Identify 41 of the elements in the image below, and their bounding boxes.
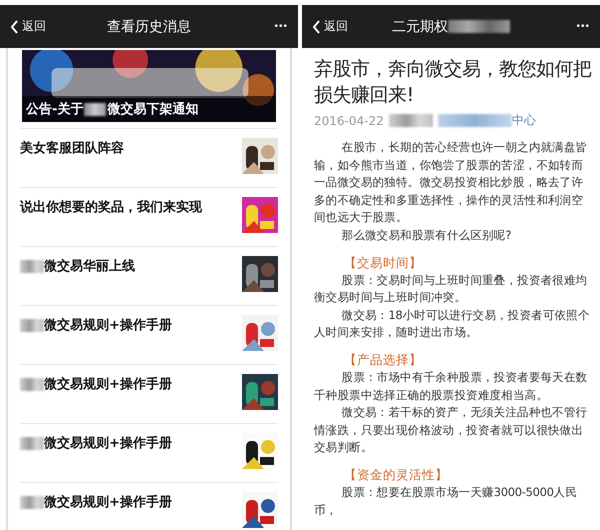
page-title: 二元期权 [392, 18, 448, 36]
message-title: 说出你想要的奖品，我们来实现 [20, 198, 202, 216]
back-icon [312, 20, 321, 34]
message-item[interactable]: 微交易规则+操作手册 [20, 423, 278, 482]
paragraph: 微交易：18小时可以进行交易，投资者可依照个人时间来安排，随时进出市场。 [314, 306, 591, 342]
paragraph: 微交易：若干标的资产，无须关注品种也不管行情涨跌，只要出现价格波动，投资者就可以很快做出交易判断。 [314, 404, 588, 456]
message-title: 微交易规则+操作手册 [44, 434, 172, 452]
blurred-redaction [448, 20, 510, 33]
back-button[interactable]: 返回 [10, 18, 46, 35]
paragraph: 股票：交易时间与上班时间重叠，投资者很难均衡交易时间与上班时间冲突。 [314, 272, 588, 306]
banner[interactable]: 公告-关于 微交易下架通知 [22, 50, 276, 122]
banner-caption: 公告-关于 [26, 100, 84, 118]
article-title: 弃股市，奔向微交易，教您如何把损失赚回来! [314, 57, 592, 108]
page-title: 查看历史消息 [107, 18, 191, 36]
message-title: 美女客服团队阵容 [20, 140, 124, 157]
section-heading: 【资金的灵活性】 [343, 466, 449, 484]
paragraph: 股票：市场中有千余种股票，投资者要每天在数千种股票中选择正确的股票投资难度相当高。 [314, 368, 588, 404]
message-title: 微交易规则+操作手册 [44, 316, 172, 334]
message-item[interactable]: 美女客服团队阵容 [20, 128, 278, 187]
paragraph: 股票：想要在股票市场一天赚3000-5000人民币， [314, 484, 578, 518]
paragraph: 那么微交易和股票有什么区别呢? [340, 226, 512, 244]
back-icon [10, 20, 19, 34]
section-heading: 【产品选择】 [343, 350, 423, 369]
banner-caption: 微交易下架通知 [107, 100, 198, 118]
more-button[interactable]: ••• [274, 21, 288, 32]
message-item[interactable]: 微交易规则+操作手册 [20, 305, 278, 364]
paragraph: 在股市，长期的苦心经营也许一朝之内就满盘皆输，如今熊市当道，你饱尝了股票的苦涩，不如转而一品微交易的独特。微交易投资相比炒股，略去了许多的不确定性和多重选择性，操作的灵活性和利润空间也远大于股票。 [314, 139, 588, 226]
message-title: 微交易规则+操作手册 [44, 494, 172, 511]
section-heading: 【交易时间】 [343, 254, 423, 272]
message-item[interactable]: 微交易规则+操作手册 [20, 482, 278, 530]
message-item[interactable]: 微交易华丽上线 [20, 246, 278, 305]
blurred-redaction [388, 114, 433, 127]
message-title: 微交易华丽上线 [44, 258, 135, 275]
more-button[interactable]: ••• [576, 21, 590, 32]
message-item[interactable]: 微交易规则+操作手册 [20, 364, 278, 423]
message-title: 微交易规则+操作手册 [44, 376, 172, 393]
message-item[interactable]: 说出你想要的奖品，我们来实现 [20, 187, 278, 246]
article-date: 2016-04-22 [314, 114, 384, 128]
back-button[interactable]: 返回 [312, 18, 348, 35]
blurred-redaction [84, 102, 106, 116]
account-link[interactable]: 中心 [512, 112, 536, 129]
